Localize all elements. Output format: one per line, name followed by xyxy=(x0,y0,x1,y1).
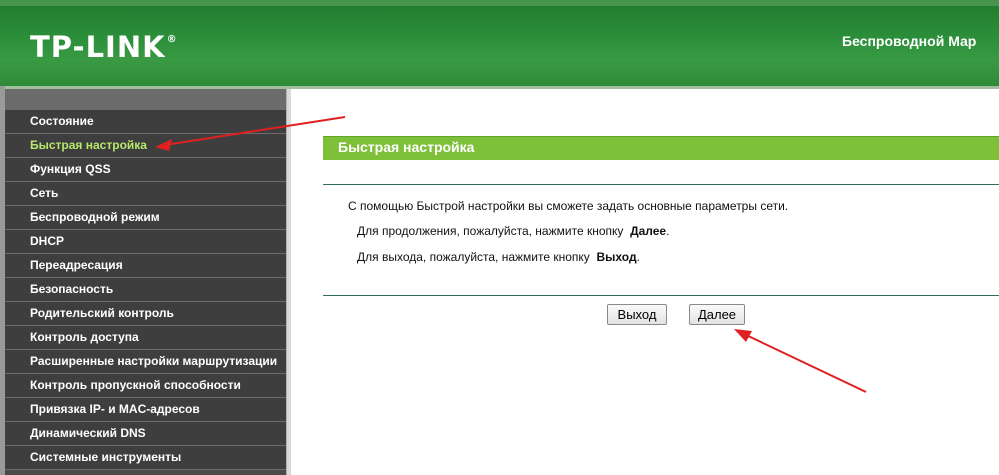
model-title: Беспроводной Мар xyxy=(842,33,977,49)
exit-instruction: Для выхода, пожалуйста, нажмите кнопку В… xyxy=(357,250,640,264)
tp-link-logo: TP-LINK® xyxy=(30,30,178,64)
sidebar-item-status[interactable]: Состояние xyxy=(5,110,286,134)
next-button[interactable]: Далее xyxy=(689,304,745,325)
bottom-rule xyxy=(323,295,999,296)
sidebar-item-dhcp[interactable]: DHCP xyxy=(5,230,286,254)
sidebar-item-advanced-routing[interactable]: Расширенные настройки маршрутизации xyxy=(5,350,286,374)
top-rule xyxy=(323,184,999,185)
sidebar-item-network[interactable]: Сеть xyxy=(5,182,286,206)
main-content: Быстрая настройка С помощью Быстрой наст… xyxy=(291,89,999,475)
page-title-bar: Быстрая настройка xyxy=(323,136,999,160)
sidebar-item-qss[interactable]: Функция QSS xyxy=(5,158,286,182)
sidebar: Состояние Быстрая настройка Функция QSS … xyxy=(5,89,286,475)
sidebar-top-bar xyxy=(5,89,286,110)
sidebar-item-forwarding[interactable]: Переадресация xyxy=(5,254,286,278)
sidebar-item-bandwidth-control[interactable]: Контроль пропускной способности xyxy=(5,374,286,398)
header-stripe xyxy=(0,0,999,6)
sidebar-item-system-tools[interactable]: Системные инструменты xyxy=(5,446,286,470)
sidebar-item-security[interactable]: Безопасность xyxy=(5,278,286,302)
intro-text: С помощью Быстрой настройки вы сможете з… xyxy=(348,199,789,213)
sidebar-item-wireless[interactable]: Беспроводной режим xyxy=(5,206,286,230)
sidebar-item-quick-setup[interactable]: Быстрая настройка xyxy=(5,134,286,158)
sidebar-item-dynamic-dns[interactable]: Динамический DNS xyxy=(5,422,286,446)
header-banner: TP-LINK® Беспроводной Мар xyxy=(0,0,999,89)
sidebar-item-access-control[interactable]: Контроль доступа xyxy=(5,326,286,350)
sidebar-item-parental-control[interactable]: Родительский контроль xyxy=(5,302,286,326)
page-title: Быстрая настройка xyxy=(338,139,475,155)
continue-instruction: Для продолжения, пожалуйста, нажмите кно… xyxy=(357,224,670,238)
exit-button[interactable]: Выход xyxy=(607,304,667,325)
sidebar-item-ip-mac-binding[interactable]: Привязка IP- и MAC-адресов xyxy=(5,398,286,422)
